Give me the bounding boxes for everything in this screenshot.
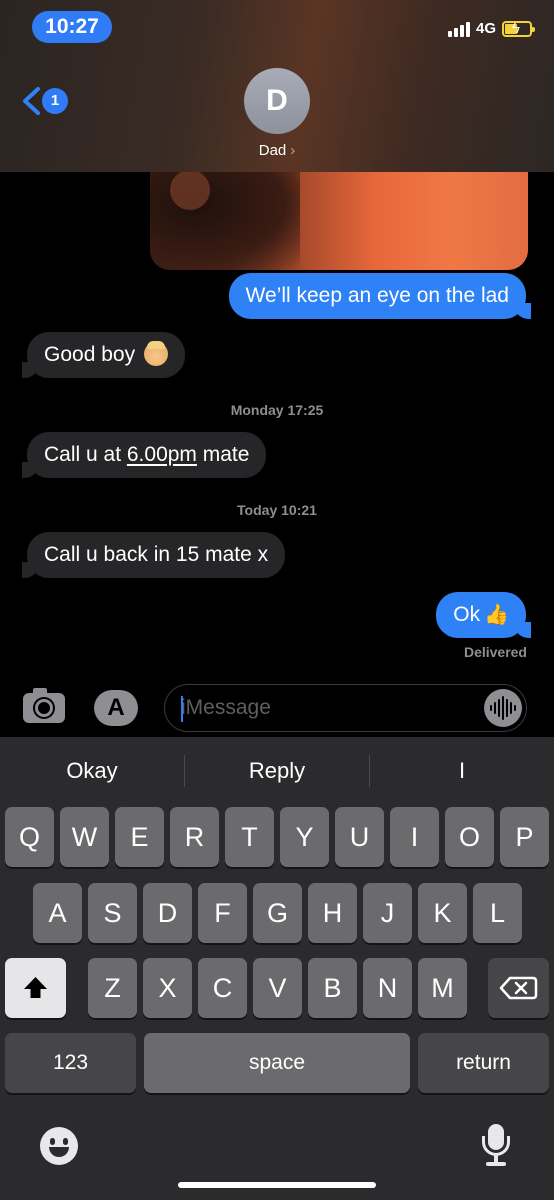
keyboard: Okay Reply I Q W E R T Y U I O P A S D F… [0,737,554,1200]
key[interactable]: C [198,958,247,1018]
suggestion[interactable]: Okay [0,737,184,805]
unread-count-badge: 1 [42,88,68,114]
image-message[interactable] [150,160,528,270]
key[interactable]: N [363,958,412,1018]
key[interactable]: I [390,807,439,867]
key[interactable]: L [473,883,522,943]
key[interactable]: B [308,958,357,1018]
chevron-left-icon [23,87,40,115]
status-indicators: 4G ϟ [447,20,535,37]
incoming-message[interactable]: Call u at 6.00pm mate [21,432,267,478]
network-type: 4G [475,20,496,37]
key[interactable]: O [445,807,494,867]
key[interactable]: P [500,807,549,867]
chevron-right-icon: › [290,142,296,159]
key[interactable]: V [253,958,302,1018]
key[interactable]: M [418,958,467,1018]
shift-arrow-icon [24,977,47,998]
key[interactable]: Q [5,807,54,867]
key[interactable]: F [198,883,247,943]
suggestion[interactable]: I [370,737,554,805]
dictation-microphone-icon[interactable] [482,1124,510,1168]
numbers-key[interactable]: 123 [5,1033,136,1093]
suggestion[interactable]: Reply [185,737,369,805]
outgoing-message[interactable]: Ok 👍 [436,592,531,638]
message-field[interactable] [164,684,527,732]
key[interactable]: E [115,807,164,867]
key[interactable]: U [335,807,384,867]
key[interactable]: J [363,883,412,943]
backspace-key[interactable] [488,958,549,1018]
timestamp: Monday 17:25 [230,402,324,418]
key[interactable]: T [225,807,274,867]
thumbs-up-emoji-icon: 👍 [484,604,509,626]
message-text: Call u at [44,443,127,466]
audio-message-icon[interactable] [484,689,522,727]
delivery-status: Delivered [463,644,527,660]
outgoing-message[interactable]: We’ll keep an eye on the lad [228,273,532,319]
battery-charging-icon: ϟ [502,20,535,37]
boy-emoji-icon [143,341,168,366]
status-time[interactable]: 10:27 [32,11,112,43]
key[interactable]: X [143,958,192,1018]
key[interactable]: D [143,883,192,943]
back-button[interactable]: 1 [20,86,68,116]
conversation-header: 10:27 4G ϟ 1 D Dad › [0,0,554,172]
space-key[interactable]: space [144,1033,410,1093]
key[interactable]: Z [88,958,137,1018]
incoming-message[interactable]: Good boy [22,332,185,378]
cellular-signal-icon [447,21,470,37]
timestamp: Today 10:21 [237,502,317,518]
key[interactable]: R [170,807,219,867]
key[interactable]: K [418,883,467,943]
camera-icon[interactable] [23,688,65,723]
message-text: Good boy [44,343,136,366]
contact-avatar[interactable]: D [244,68,310,134]
home-indicator[interactable] [178,1182,376,1188]
contact-name: Dad [258,142,287,159]
message-text: We’ll keep an eye on the lad [245,284,509,307]
app-store-icon[interactable]: A [94,690,138,726]
return-key[interactable]: return [418,1033,549,1093]
message-text: Ok [453,603,481,626]
text-cursor [181,696,183,722]
emoji-keyboard-icon[interactable] [40,1127,78,1165]
key[interactable]: G [253,883,302,943]
message-input[interactable] [181,693,481,723]
time-link[interactable]: 6.00pm [127,443,197,466]
predictive-bar: Okay Reply I [0,737,554,805]
contact-name-button[interactable]: Dad › [0,142,554,159]
key[interactable]: H [308,883,357,943]
key[interactable]: W [60,807,109,867]
shift-key[interactable] [5,958,66,1018]
incoming-message[interactable]: Call u back in 15 mate x [21,532,286,578]
key[interactable]: Y [280,807,329,867]
message-text: Call u back in 15 mate x [44,543,269,566]
delete-icon [499,976,538,1000]
key[interactable]: A [33,883,82,943]
key[interactable]: S [88,883,137,943]
message-text: mate [196,443,250,466]
